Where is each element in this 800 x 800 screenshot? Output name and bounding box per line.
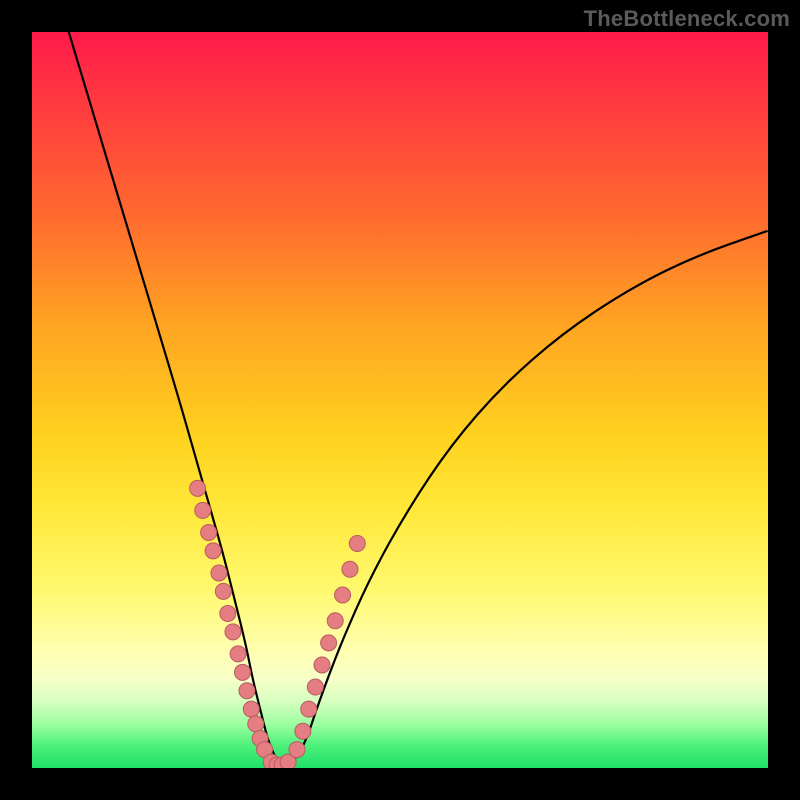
watermark-text: TheBottleneck.com [584,6,790,32]
plot-area [32,32,768,768]
data-point [349,536,365,552]
data-point [307,679,323,695]
data-point [211,565,227,581]
data-point [205,543,221,559]
data-point [342,561,358,577]
data-point [327,613,343,629]
data-markers [190,480,366,768]
data-point [243,701,259,717]
data-point [248,716,264,732]
data-point [314,657,330,673]
data-point [201,524,217,540]
chart-frame: TheBottleneck.com [0,0,800,800]
data-point [215,583,231,599]
data-point [239,683,255,699]
data-point [190,480,206,496]
chart-svg [32,32,768,768]
data-point [220,605,236,621]
data-point [230,646,246,662]
bottleneck-curve [69,32,768,766]
data-point [289,742,305,758]
data-point [234,664,250,680]
data-point [195,502,211,518]
data-point [335,587,351,603]
data-point [295,723,311,739]
data-point [301,701,317,717]
data-point [321,635,337,651]
data-point [225,624,241,640]
